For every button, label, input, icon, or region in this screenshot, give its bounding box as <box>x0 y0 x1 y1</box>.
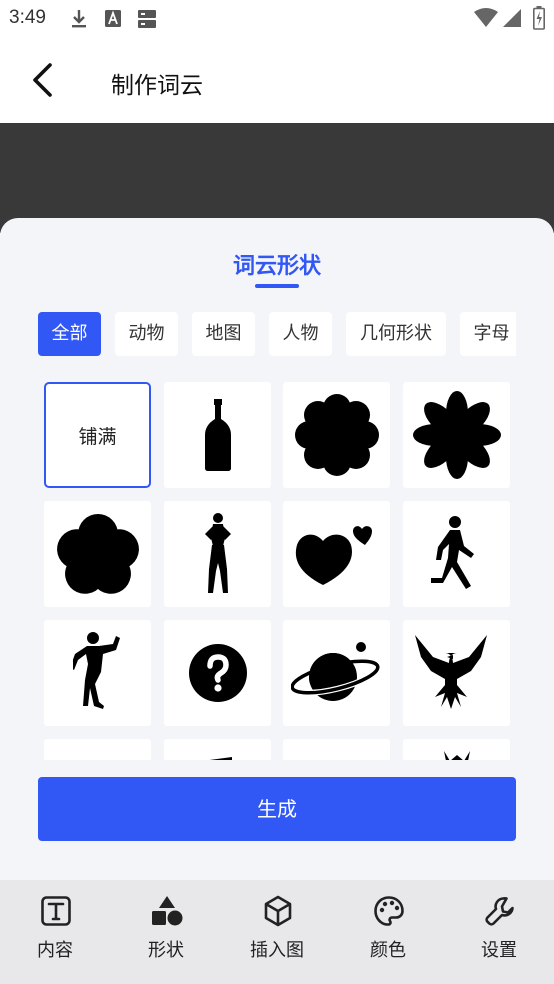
shape-tile-bottle[interactable] <box>164 382 271 488</box>
cube-icon <box>264 895 292 927</box>
shape-tile-question[interactable] <box>164 620 271 726</box>
shape-tile-eagle[interactable] <box>403 620 510 726</box>
back-arrow-icon <box>33 63 52 97</box>
shape-sheet: 词云形状 全部 动物 地图 人物 几何形状 字母 铺满 生成 <box>0 218 554 880</box>
font-icon <box>105 10 121 27</box>
sheet-title: 词云形状 <box>232 254 321 279</box>
five-petal-flower-icon <box>56 514 139 594</box>
generate-button[interactable]: 生成 <box>38 777 516 841</box>
shape-tile-planet[interactable] <box>283 620 390 726</box>
question-circle-icon <box>188 644 247 702</box>
tab-geometric[interactable]: 几何形状 <box>346 312 446 356</box>
tab-animals[interactable]: 动物 <box>115 312 178 356</box>
dancer-silhouette-icon <box>72 632 120 709</box>
eagle-icon <box>414 635 487 709</box>
shape-grid: 铺满 <box>44 382 510 760</box>
tab-people[interactable]: 人物 <box>269 312 332 356</box>
shape-tile-more-1[interactable] <box>44 739 151 760</box>
palette-icon <box>374 896 404 926</box>
battery-charging-icon <box>533 6 545 30</box>
woman-silhouette-icon <box>204 513 231 593</box>
hearts-icon <box>295 526 372 585</box>
shape-tile-flower[interactable] <box>403 382 510 488</box>
nav-content-label: 内容 <box>37 940 73 961</box>
shape-tile-more-4[interactable] <box>403 739 510 760</box>
page-title: 制作词云 <box>111 73 203 99</box>
wrench-icon <box>485 897 514 926</box>
nav-color[interactable]: 颜色 <box>333 880 443 984</box>
shape-tile-more-2[interactable] <box>164 739 271 760</box>
tab-letters[interactable]: 字母 <box>460 312 516 356</box>
shape-tile-hearts[interactable] <box>283 501 390 607</box>
nav-content[interactable]: 内容 <box>0 880 110 984</box>
wifi-icon <box>474 8 498 27</box>
tab-maps[interactable]: 地图 <box>192 312 255 356</box>
back-button[interactable] <box>26 60 62 100</box>
status-bar: 3:49 <box>0 0 554 38</box>
text-box-icon <box>41 896 71 926</box>
nav-color-label: 颜色 <box>370 940 406 961</box>
bottom-nav: 内容 形状 插入图 颜色 设置 <box>0 880 554 984</box>
storage-icon <box>138 10 156 28</box>
shape-tile-five-petal-flower[interactable] <box>44 501 151 607</box>
app-header: 制作词云 <box>0 38 554 123</box>
walking-person-icon <box>430 516 474 589</box>
status-time: 3:49 <box>9 7 46 28</box>
shape-tile-fill[interactable]: 铺满 <box>44 382 151 488</box>
nav-settings-label: 设置 <box>481 940 517 961</box>
nav-settings[interactable]: 设置 <box>444 880 554 984</box>
shape-partial-icon <box>209 757 232 760</box>
download-icon <box>72 10 86 28</box>
flower-icon <box>412 391 501 479</box>
shape-tile-walking-person[interactable] <box>403 501 510 607</box>
cloud-flower-icon <box>294 394 379 476</box>
shape-tile-cloud-flower[interactable] <box>283 382 390 488</box>
shapes-icon <box>152 896 183 926</box>
bottle-icon <box>204 399 231 471</box>
nav-insert-image[interactable]: 插入图 <box>222 880 332 984</box>
shape-tile-more-3[interactable] <box>283 739 390 760</box>
shape-tile-dancer[interactable] <box>44 620 151 726</box>
sheet-title-underline <box>255 284 299 288</box>
planet-icon <box>290 642 381 701</box>
nav-shape-label: 形状 <box>148 940 184 961</box>
signal-icon <box>503 9 521 27</box>
category-tabs: 全部 动物 地图 人物 几何形状 字母 <box>38 312 516 356</box>
nav-insert-image-label: 插入图 <box>250 940 304 961</box>
tab-all[interactable]: 全部 <box>38 312 101 356</box>
shape-partial-icon <box>443 751 470 760</box>
preview-backdrop <box>0 123 554 233</box>
nav-shape[interactable]: 形状 <box>111 880 221 984</box>
shape-fill-label: 铺满 <box>78 425 117 448</box>
shape-tile-woman[interactable] <box>164 501 271 607</box>
